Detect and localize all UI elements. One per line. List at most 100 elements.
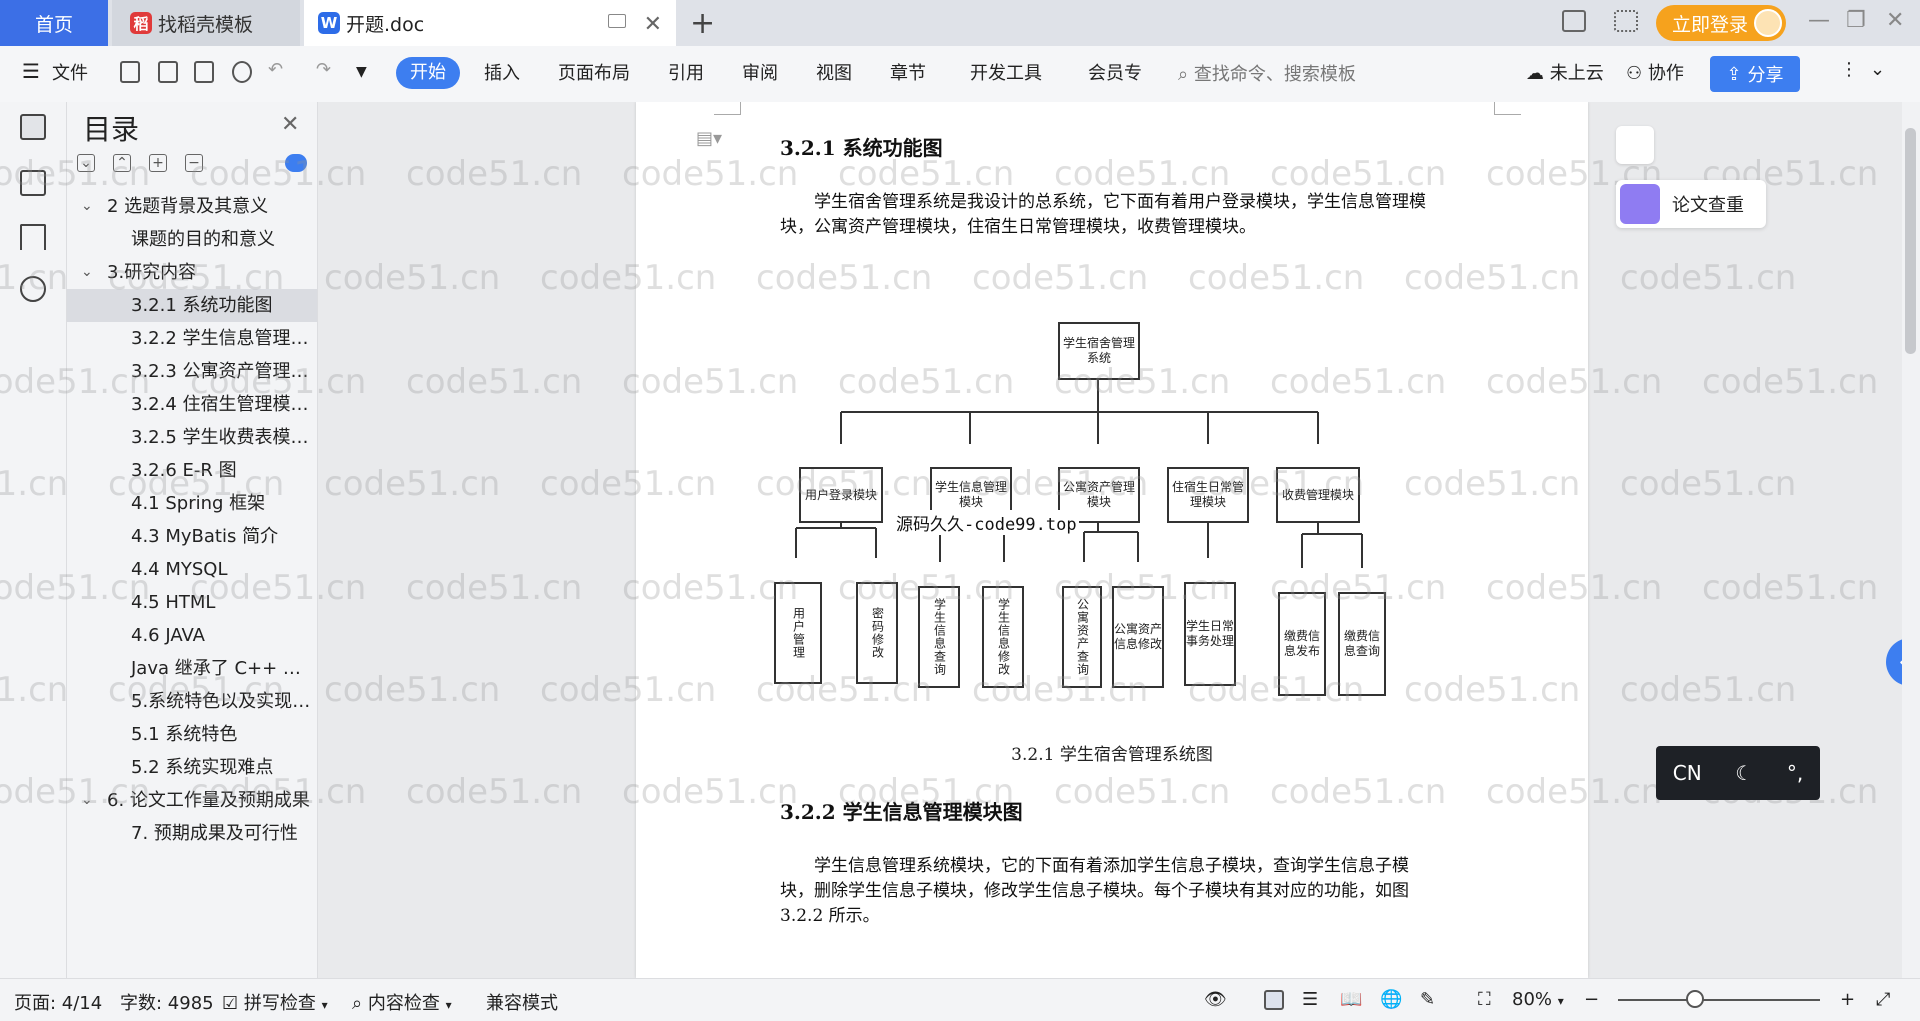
vertical-scrollbar[interactable]	[1902, 102, 1920, 978]
zoom-out-button[interactable]: −	[1584, 989, 1599, 1010]
zoom-slider[interactable]	[1618, 999, 1820, 1001]
punctuation-icon[interactable]: °,	[1787, 761, 1803, 785]
pen-icon[interactable]: ✎	[1420, 989, 1435, 1010]
collaborate-button[interactable]: ⚇ 协作	[1626, 59, 1684, 85]
toc-item[interactable]: 5.2 系统实现难点	[67, 751, 317, 784]
chevron-down-icon[interactable]: ▼	[356, 64, 367, 80]
toc-item[interactable]: 5.1 系统特色	[67, 718, 317, 751]
tab-chapter[interactable]: 章节	[890, 59, 926, 85]
remove-heading-icon[interactable]: −	[185, 154, 203, 172]
print-preview-icon[interactable]	[232, 61, 252, 83]
close-icon[interactable]: ✕	[281, 112, 299, 137]
tab-daoke-templates[interactable]: 稻 找稻壳模板	[112, 0, 300, 46]
save-icon[interactable]	[120, 61, 140, 83]
tab-close-icon[interactable]: ✕	[644, 12, 662, 37]
toc-item[interactable]: 3.2.2 学生信息管理模块图	[67, 322, 317, 355]
scrollbar-thumb[interactable]	[1905, 128, 1916, 354]
layout-icon[interactable]	[1562, 10, 1586, 32]
word-count[interactable]: 字数: 4985	[120, 989, 214, 1015]
tab-home[interactable]: 首页	[0, 0, 108, 46]
tab-pin-icon[interactable]	[608, 14, 626, 28]
toc-item[interactable]: ⌄ 6. 论文工作量及预期成果	[67, 784, 317, 817]
add-heading-icon[interactable]: +	[149, 154, 167, 172]
zoom-level[interactable]: 80% ▾	[1512, 989, 1564, 1010]
paragraph-format-icon[interactable]: ▤▾	[696, 128, 722, 149]
toc-item[interactable]: Java 继承了 C++ 语言	[67, 652, 317, 685]
document-canvas[interactable]: ▤▾ 3.2.1 系统功能图 学生宿舍管理系统是我设计的总系统，它下面有着用户登…	[318, 102, 1902, 978]
moon-icon[interactable]: ☾	[1735, 761, 1753, 785]
close-window-button[interactable]: ✕	[1886, 8, 1904, 33]
paper-check-button[interactable]: 论文查重	[1616, 180, 1766, 228]
page-indicator[interactable]: 页面: 4/14	[14, 989, 102, 1015]
toc-item[interactable]: 课题的目的和意义	[67, 223, 317, 256]
outline-view-icon[interactable]	[20, 114, 46, 140]
collapse-ribbon-icon[interactable]: ⌄	[1870, 59, 1885, 80]
fit-page-icon[interactable]: ⛶	[1478, 989, 1491, 1010]
outline-mode-icon[interactable]: ☰	[1302, 989, 1318, 1010]
cloud-status[interactable]: ☁ 未上云	[1526, 59, 1604, 85]
toc-item[interactable]: 3.2.5 学生收费表模块图	[67, 421, 317, 454]
reading-mode-icon[interactable]: 📖	[1340, 989, 1362, 1010]
apps-grid-icon[interactable]	[1614, 10, 1638, 32]
collapse-panel-button[interactable]	[1616, 126, 1654, 164]
bookmark-icon[interactable]	[20, 224, 46, 250]
chevron-down-icon[interactable]: ⌄	[81, 190, 93, 223]
more-options-icon[interactable]: ⋮	[1840, 59, 1858, 80]
page-view-icon[interactable]	[1264, 990, 1284, 1010]
ime-language[interactable]: CN	[1673, 761, 1702, 785]
toc-item[interactable]: 3.2.1 系统功能图	[67, 289, 317, 322]
find-icon[interactable]	[20, 276, 46, 302]
restore-button[interactable]: ❐	[1846, 8, 1866, 33]
chevron-down-icon[interactable]: ⌄	[81, 784, 93, 817]
toc-item[interactable]: 3.2.4 住宿生管理模块图	[67, 388, 317, 421]
content-check-button[interactable]: ⌕ 内容检查 ▾	[352, 989, 452, 1015]
zoom-slider-handle[interactable]	[1686, 990, 1704, 1008]
redo-icon[interactable]: ↷	[316, 59, 331, 80]
undo-icon[interactable]: ↶	[268, 59, 283, 80]
chapter-nav-icon[interactable]	[20, 170, 46, 196]
toc-item[interactable]: 7. 预期成果及可行性	[67, 817, 317, 850]
tab-review[interactable]: 审阅	[742, 59, 778, 85]
tab-start[interactable]: 开始	[396, 57, 460, 89]
new-tab-button[interactable]: +	[690, 6, 715, 41]
toc-item[interactable]: ⌄ 2 选题背景及其意义	[67, 190, 317, 223]
toc-item-label: 4.1 Spring 框架	[131, 493, 266, 514]
hamburger-icon[interactable]: ☰	[22, 59, 40, 83]
document-page[interactable]: ▤▾ 3.2.1 系统功能图 学生宿舍管理系统是我设计的总系统，它下面有着用户登…	[636, 102, 1588, 978]
toc-item[interactable]: 4.1 Spring 框架	[67, 487, 317, 520]
export-icon[interactable]	[158, 61, 178, 83]
cloud-icon: ☁	[1526, 63, 1544, 84]
print-icon[interactable]	[194, 61, 214, 83]
tab-references[interactable]: 引用	[668, 59, 704, 85]
tab-developer[interactable]: 开发工具	[970, 59, 1042, 85]
fullscreen-icon[interactable]: ⤢	[1876, 989, 1890, 1010]
zoom-in-button[interactable]: +	[1840, 989, 1855, 1010]
web-view-icon[interactable]: 🌐	[1380, 989, 1402, 1010]
paper-check-icon	[1620, 184, 1660, 224]
toc-item[interactable]: 4.5 HTML	[67, 586, 317, 619]
tab-page-layout[interactable]: 页面布局	[558, 59, 630, 85]
toc-item[interactable]: 4.3 MyBatis 简介	[67, 520, 317, 553]
expand-all-icon[interactable]: ⌄	[77, 154, 95, 172]
toc-item[interactable]: 3.2.6 E-R 图	[67, 454, 317, 487]
ime-toolbar[interactable]: CN ☾ °,	[1656, 746, 1820, 800]
eye-protection-icon[interactable]: 👁	[1204, 989, 1227, 1010]
tab-view[interactable]: 视图	[816, 59, 852, 85]
toc-item[interactable]: 3.2.3 公寓资产管理模块图	[67, 355, 317, 388]
spell-check-button[interactable]: ☑ 拼写检查 ▾	[222, 989, 328, 1015]
toc-ai-toggle[interactable]	[285, 154, 307, 172]
toc-item[interactable]: 5.系统特色以及实现难点	[67, 685, 317, 718]
tab-member[interactable]: 会员专	[1088, 59, 1142, 85]
share-button[interactable]: ⇪ 分享	[1710, 56, 1800, 92]
chevron-down-icon[interactable]: ⌄	[81, 256, 93, 289]
minimize-button[interactable]: —	[1808, 8, 1830, 33]
command-search[interactable]: ⌕ 查找命令、搜索模板	[1178, 60, 1356, 86]
collapse-all-icon[interactable]: ⌃	[113, 154, 131, 172]
tab-insert[interactable]: 插入	[484, 59, 520, 85]
file-menu-button[interactable]: 文件	[52, 59, 88, 85]
toc-item[interactable]: 4.4 MYSQL	[67, 553, 317, 586]
toc-item[interactable]: 4.6 JAVA	[67, 619, 317, 652]
login-button[interactable]: 立即登录	[1656, 5, 1786, 41]
toc-item[interactable]: ⌄ 3.研究内容	[67, 256, 317, 289]
tab-document[interactable]: W 开题.doc ✕	[304, 0, 676, 46]
